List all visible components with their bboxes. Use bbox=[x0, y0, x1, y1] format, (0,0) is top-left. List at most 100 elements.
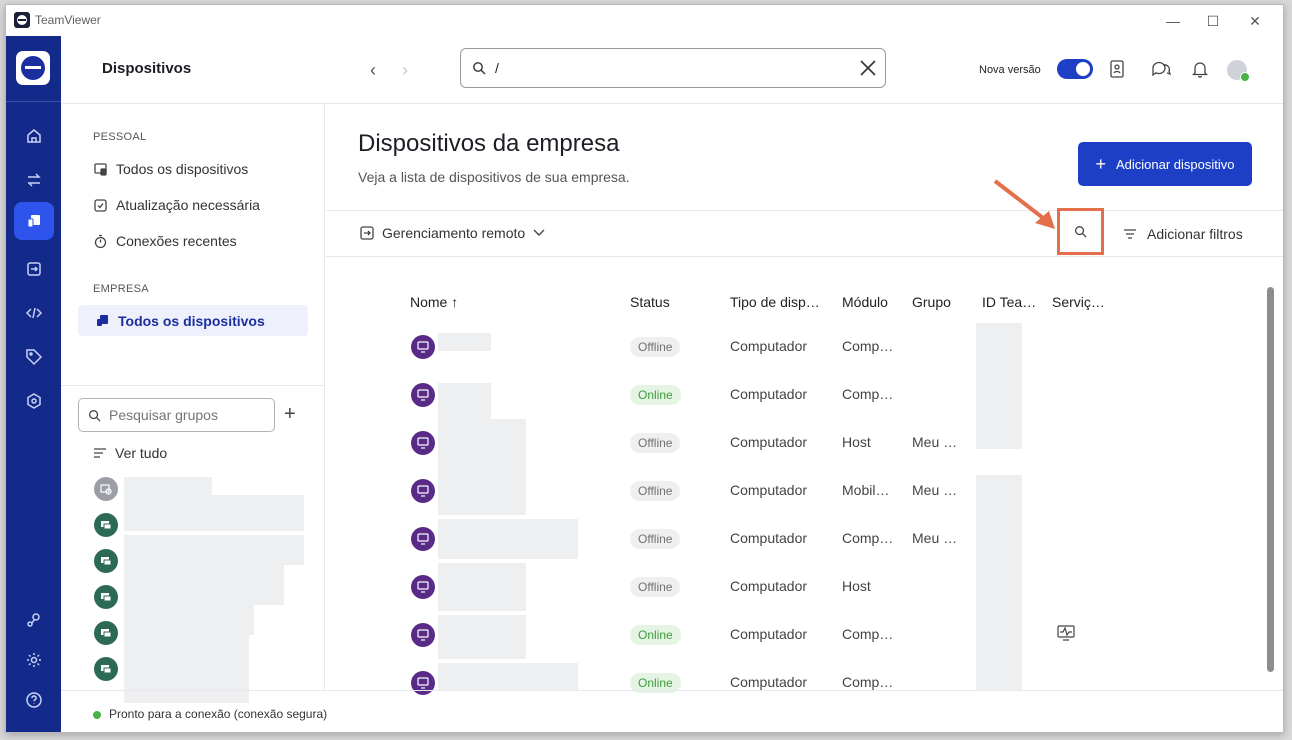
monitoring-service-icon[interactable] bbox=[1057, 625, 1075, 641]
table-row[interactable]: Online Computador Comp… bbox=[326, 371, 1266, 419]
table-row[interactable]: Offline Computador Comp… bbox=[326, 323, 1266, 371]
main-area: Dispositivos ‹ › Nova versão PESSOAL Tod… bbox=[61, 36, 1283, 732]
redacted-teamviewer-id bbox=[976, 563, 1022, 611]
stopwatch-icon bbox=[94, 234, 107, 248]
connection-status-dot bbox=[93, 711, 101, 719]
top-bar: Dispositivos ‹ › Nova versão bbox=[61, 36, 1283, 104]
security-icon[interactable] bbox=[14, 382, 54, 420]
group-search bbox=[78, 398, 275, 432]
notifications-bell-icon[interactable] bbox=[1192, 60, 1208, 78]
status-badge: Offline bbox=[630, 433, 681, 453]
chevron-down-icon bbox=[533, 229, 545, 236]
module-cell: Comp… bbox=[842, 674, 894, 690]
maximize-button[interactable]: ☐ bbox=[1193, 9, 1233, 33]
teamviewer-logo[interactable] bbox=[16, 51, 50, 85]
title-bar: TeamViewer — ☐ ✕ bbox=[6, 5, 1283, 36]
integrations-icon[interactable] bbox=[14, 601, 54, 639]
table-row[interactable]: Offline Computador Host bbox=[326, 563, 1266, 611]
table-row[interactable]: Offline Computador Comp… Meu … bbox=[326, 515, 1266, 563]
column-header-group[interactable]: Grupo bbox=[912, 294, 951, 310]
help-icon[interactable] bbox=[14, 681, 54, 719]
group-cell: Meu … bbox=[912, 530, 958, 546]
sidebar-item-update-required[interactable]: Atualização necessária bbox=[93, 197, 260, 213]
devices-icon[interactable] bbox=[14, 202, 54, 240]
add-group-icon[interactable]: + bbox=[284, 403, 296, 426]
computer-icon bbox=[411, 575, 435, 599]
user-avatar[interactable] bbox=[1227, 60, 1250, 82]
device-type-cell: Computador bbox=[730, 578, 808, 594]
group-icon[interactable] bbox=[94, 657, 118, 681]
status-badge: Offline bbox=[630, 337, 681, 357]
group-icon[interactable] bbox=[94, 585, 118, 609]
search-icon bbox=[89, 410, 101, 422]
group-icon[interactable] bbox=[94, 513, 118, 537]
status-bar: Pronto para a conexão (conexão segura) bbox=[61, 690, 1283, 732]
update-required-icon bbox=[94, 198, 107, 212]
global-search-input[interactable] bbox=[495, 58, 835, 78]
column-header-module[interactable]: Módulo bbox=[842, 294, 888, 310]
device-type-cell: Computador bbox=[730, 434, 808, 450]
minimize-button[interactable]: — bbox=[1153, 9, 1193, 33]
table-row[interactable]: Offline Computador Host Meu … bbox=[326, 419, 1266, 467]
back-chevron-icon[interactable]: ‹ bbox=[370, 60, 376, 81]
sidebar-item-all-personal-devices[interactable]: Todos os dispositivos bbox=[93, 161, 248, 177]
connection-status-text: Pronto para a conexão (conexão segura) bbox=[109, 707, 328, 721]
forward-chevron-icon[interactable]: › bbox=[402, 60, 408, 81]
app-name: TeamViewer bbox=[35, 13, 101, 27]
table-search-button[interactable] bbox=[1057, 208, 1104, 255]
chat-icon[interactable] bbox=[1151, 60, 1171, 78]
redacted-device-name bbox=[438, 615, 526, 659]
column-header-status[interactable]: Status bbox=[630, 294, 670, 310]
devices-icon bbox=[97, 315, 108, 326]
sidebar-item-label: Todos os dispositivos bbox=[118, 312, 265, 329]
group-icon[interactable] bbox=[94, 477, 118, 501]
status-badge: Offline bbox=[630, 577, 681, 597]
column-header-teamviewer-id[interactable]: ID Tea… bbox=[982, 294, 1036, 310]
personal-section-label: PESSOAL bbox=[93, 131, 147, 143]
close-button[interactable]: ✕ bbox=[1235, 9, 1275, 33]
new-version-label: Nova versão bbox=[979, 64, 1041, 76]
add-filters-button[interactable]: Adicionar filtros bbox=[1123, 226, 1243, 242]
computer-icon bbox=[411, 623, 435, 647]
search-icon bbox=[473, 62, 486, 75]
view-all-groups[interactable]: Ver tudo bbox=[93, 445, 167, 461]
redacted-device-name bbox=[438, 333, 491, 351]
tag-icon[interactable] bbox=[14, 338, 54, 376]
remote-management-dropdown[interactable]: Gerenciamento remoto bbox=[360, 225, 545, 241]
module-cell: Comp… bbox=[842, 386, 894, 402]
status-badge: Offline bbox=[630, 481, 681, 501]
remote-session-icon[interactable] bbox=[14, 250, 54, 288]
group-icon[interactable] bbox=[94, 549, 118, 573]
status-badge: Offline bbox=[630, 529, 681, 549]
table-scrollbar[interactable] bbox=[1267, 287, 1274, 672]
redacted-device-name bbox=[438, 383, 491, 419]
clear-search-icon[interactable] bbox=[859, 59, 877, 77]
home-icon[interactable] bbox=[14, 117, 54, 155]
table-row[interactable]: Online Computador Comp… bbox=[326, 611, 1266, 659]
plus-icon: + bbox=[1095, 154, 1106, 174]
transfer-icon[interactable] bbox=[14, 161, 54, 199]
group-search-input[interactable] bbox=[109, 407, 269, 423]
sidebar-item-recent-connections[interactable]: Conexões recentes bbox=[93, 233, 237, 249]
group-icon[interactable] bbox=[94, 621, 118, 645]
redacted-teamviewer-id bbox=[976, 611, 1022, 659]
column-header-name[interactable]: Nome ↑ bbox=[410, 294, 458, 310]
device-type-cell: Computador bbox=[730, 626, 808, 642]
new-version-toggle[interactable] bbox=[1057, 59, 1093, 79]
sidebar-item-all-company-devices[interactable]: Todos os dispositivos bbox=[78, 305, 308, 336]
module-cell: Mobil… bbox=[842, 482, 890, 498]
table-row[interactable]: Offline Computador Mobil… Meu … bbox=[326, 467, 1266, 515]
settings-gear-icon[interactable] bbox=[14, 641, 54, 679]
code-icon[interactable] bbox=[14, 294, 54, 332]
module-cell: Host bbox=[842, 434, 871, 450]
computer-icon bbox=[411, 527, 435, 551]
global-search bbox=[460, 48, 886, 88]
content-subheading: Veja a lista de dispositivos de sua empr… bbox=[358, 169, 630, 185]
column-header-services[interactable]: Serviç… bbox=[1052, 294, 1105, 310]
devices-side-panel: PESSOAL Todos os dispositivos Atualizaçã… bbox=[61, 105, 325, 703]
column-header-device-type[interactable]: Tipo de disp… bbox=[730, 294, 820, 310]
device-type-cell: Computador bbox=[730, 674, 808, 690]
add-device-button[interactable]: + Adicionar dispositivo bbox=[1078, 142, 1252, 186]
contacts-icon[interactable] bbox=[1110, 60, 1124, 78]
add-device-label: Adicionar dispositivo bbox=[1116, 156, 1235, 172]
